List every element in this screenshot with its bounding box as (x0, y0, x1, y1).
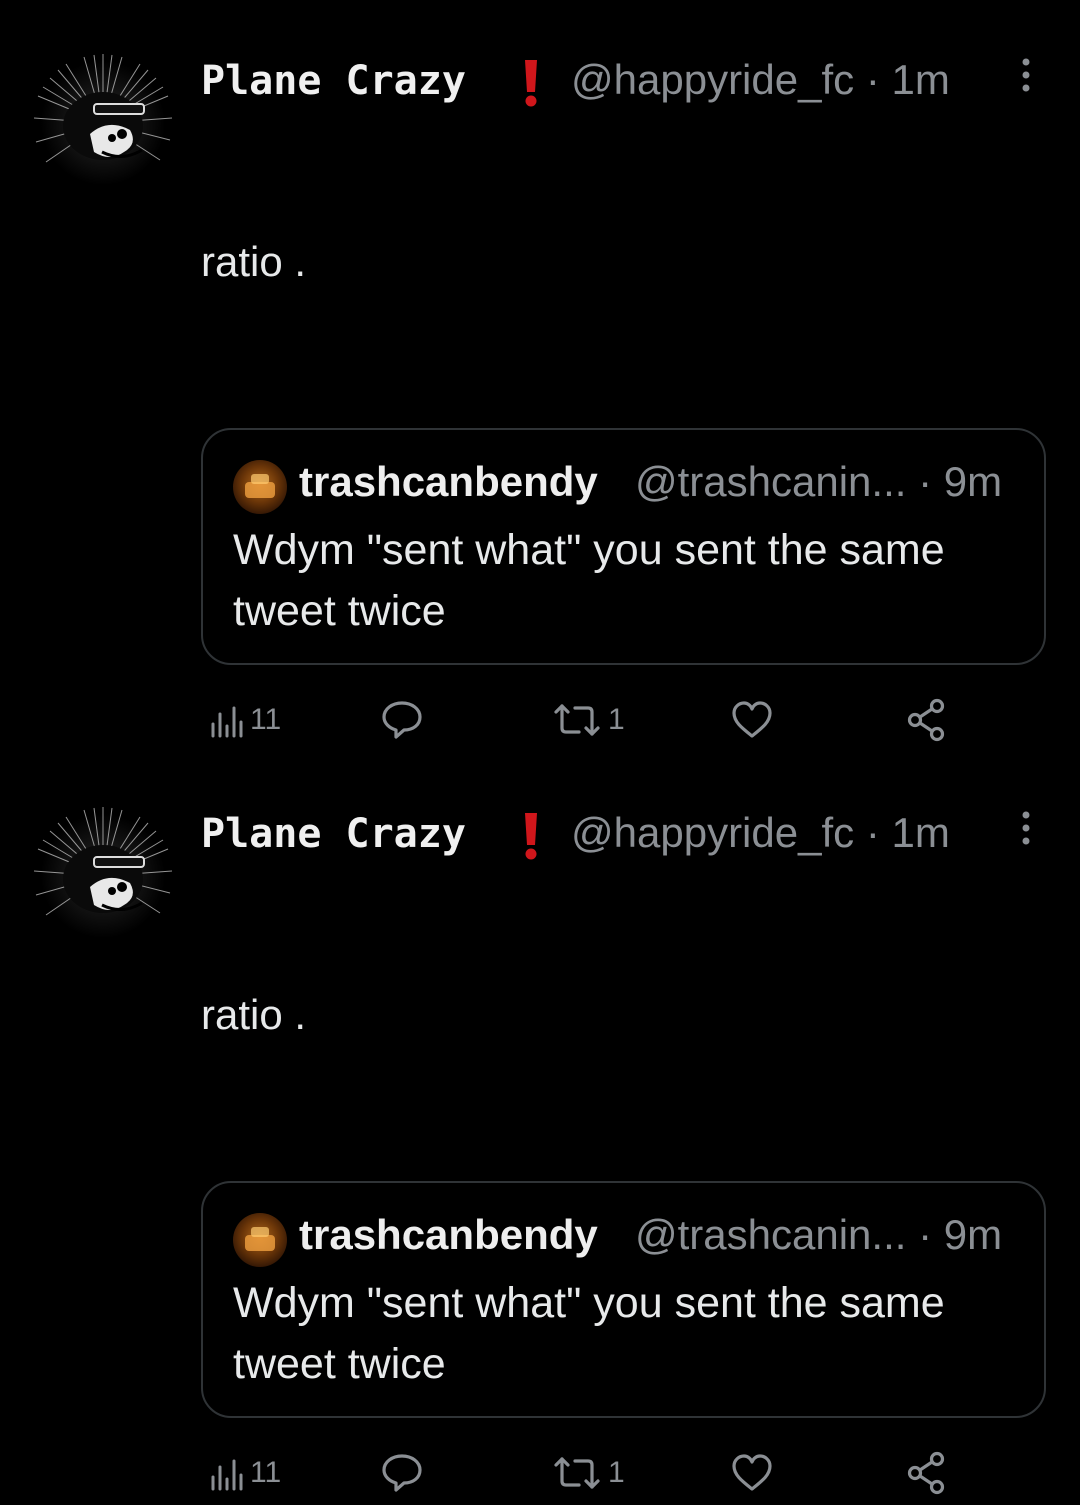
quoted-timestamp: 9m (943, 458, 1003, 505)
share-icon (907, 698, 945, 742)
views-button[interactable]: 11 (208, 698, 281, 742)
tweet[interactable]: Plane Crazy @happyride_fc · 1m ratio . t… (0, 0, 1080, 752)
separator: · (865, 809, 880, 856)
reply-button[interactable] (380, 1451, 424, 1495)
views-button[interactable]: 11 (208, 1451, 281, 1495)
retweet-icon (554, 1457, 600, 1489)
exclamation-icon (516, 56, 546, 108)
quoted-text: Wdym "sent what" you sent the same tweet… (233, 1279, 945, 1388)
more-options-icon[interactable] (1014, 56, 1038, 96)
tweet-text: ratio . (201, 991, 307, 1038)
tweet-feed: Plane Crazy @happyride_fc · 1m ratio . t… (0, 0, 1080, 1505)
quoted-author-name: trashcanbendy (299, 458, 598, 505)
quoted-tweet[interactable]: trashcanbendy @trashcanin... · 9m Wdym "… (201, 428, 1046, 665)
reply-icon (382, 1454, 422, 1492)
separator: · (865, 56, 880, 103)
separator: · (918, 1211, 933, 1258)
quoted-handle-and-time: @trashcanin... · 9m (635, 1211, 1002, 1259)
timestamp[interactable]: 1m (891, 809, 949, 856)
views-icon (211, 706, 243, 738)
heart-icon (732, 1454, 772, 1491)
views-count: 11 (250, 1456, 282, 1489)
reply-button[interactable] (380, 698, 424, 742)
retweet-button[interactable]: 1 (552, 1451, 625, 1495)
heart-icon (732, 701, 772, 738)
author-name[interactable]: Plane Crazy (201, 58, 466, 104)
author-handle[interactable]: @happyride_fc (571, 809, 854, 856)
like-button[interactable] (730, 698, 774, 742)
handle-and-time: @happyride_fc · 1m (571, 56, 950, 104)
tweet[interactable]: Plane Crazy @happyride_fc · 1m ratio . t… (0, 753, 1080, 1505)
like-button[interactable] (730, 1451, 774, 1495)
quoted-timestamp: 9m (943, 1211, 1003, 1258)
views-icon (211, 1459, 243, 1491)
author-name[interactable]: Plane Crazy (201, 811, 466, 857)
more-options-icon[interactable] (1014, 809, 1038, 849)
retweet-button[interactable]: 1 (552, 698, 625, 742)
share-button[interactable] (905, 698, 949, 742)
retweet-icon (554, 704, 600, 736)
share-icon (907, 1451, 945, 1495)
tweet-text: ratio . (201, 238, 307, 285)
quoted-tweet[interactable]: trashcanbendy @trashcanin... · 9m Wdym "… (201, 1181, 1046, 1418)
quoted-avatar (233, 460, 287, 514)
timestamp[interactable]: 1m (891, 56, 949, 103)
avatar[interactable] (32, 52, 174, 194)
quoted-handle: @trashcanin... (635, 1211, 907, 1258)
retweet-count: 1 (608, 1456, 625, 1489)
handle-and-time: @happyride_fc · 1m (571, 809, 950, 857)
quoted-handle-and-time: @trashcanin... · 9m (635, 458, 1002, 506)
exclamation-icon (516, 809, 546, 861)
quoted-avatar (233, 1213, 287, 1267)
quoted-author-name: trashcanbendy (299, 1211, 598, 1258)
separator: · (918, 458, 933, 505)
action-bar: 11 1 (0, 690, 1080, 750)
retweet-count: 1 (608, 703, 625, 736)
avatar[interactable] (32, 805, 174, 947)
quoted-text: Wdym "sent what" you sent the same tweet… (233, 526, 945, 635)
author-handle[interactable]: @happyride_fc (571, 56, 854, 103)
action-bar: 11 1 (0, 1443, 1080, 1503)
share-button[interactable] (905, 1451, 949, 1495)
quoted-handle: @trashcanin... (635, 458, 907, 505)
views-count: 11 (250, 703, 282, 736)
reply-icon (382, 701, 422, 739)
